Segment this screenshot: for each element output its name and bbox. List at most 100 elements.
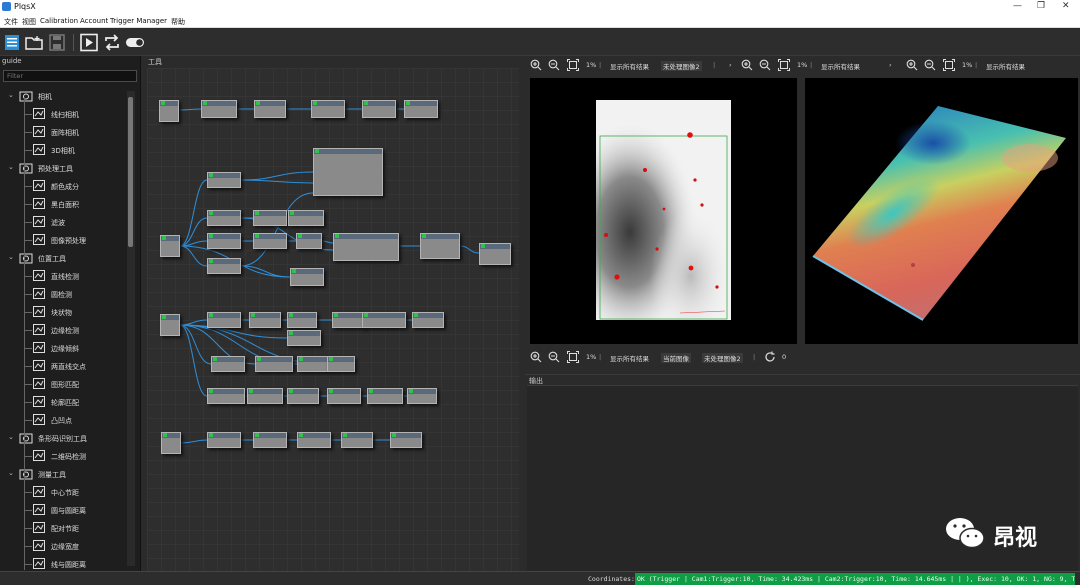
restore-icon[interactable]: ❐ xyxy=(1037,1,1045,11)
tree-group[interactable]: ⌄ 条形码识别工具 xyxy=(0,430,126,446)
fit-view-icon[interactable] xyxy=(778,59,790,71)
zoom-in-icon[interactable] xyxy=(741,59,753,71)
tree-item[interactable]: 两直线交点 xyxy=(0,358,126,374)
show-all-results-toggle[interactable]: 显示所有结果 xyxy=(821,61,860,71)
flow-node[interactable] xyxy=(332,312,366,328)
flow-node[interactable] xyxy=(207,258,241,274)
filter-input[interactable] xyxy=(3,70,137,82)
flow-node[interactable] xyxy=(247,388,283,404)
image-view-2d[interactable] xyxy=(530,78,797,344)
scrollbar-thumb[interactable] xyxy=(128,97,133,247)
open-folder-icon[interactable] xyxy=(24,33,44,52)
zoom-out-icon[interactable] xyxy=(759,59,771,71)
tree-item[interactable]: 轮廓匹配 xyxy=(0,394,126,410)
tree-item[interactable]: 配对节距 xyxy=(0,520,126,536)
chevron-down-icon[interactable]: ⌄ xyxy=(8,253,16,261)
flow-node[interactable] xyxy=(160,235,180,257)
list-icon[interactable] xyxy=(2,33,22,52)
tree-item[interactable]: 直线检测 xyxy=(0,268,126,284)
refresh-icon[interactable] xyxy=(764,351,776,363)
tree-item[interactable]: 图像预处理 xyxy=(0,232,126,248)
toggle-icon[interactable] xyxy=(125,33,145,52)
chevron-right-icon[interactable]: › xyxy=(889,61,892,69)
tree-group[interactable]: ⌄ 位置工具 xyxy=(0,250,126,266)
zoom-out-icon[interactable] xyxy=(548,59,560,71)
flow-node[interactable] xyxy=(253,432,287,448)
tree-scrollbar[interactable] xyxy=(127,91,135,566)
zoom-in-icon[interactable] xyxy=(530,59,542,71)
flow-node[interactable] xyxy=(201,100,237,118)
tree-item[interactable]: 边缘宽度 xyxy=(0,538,126,554)
flow-node[interactable] xyxy=(207,233,241,249)
flow-node[interactable] xyxy=(390,432,422,448)
zoom-out-icon[interactable] xyxy=(924,59,936,71)
image-view-3d[interactable] xyxy=(805,78,1078,344)
tree-item[interactable]: 3D相机 xyxy=(0,142,126,158)
flow-node[interactable] xyxy=(362,100,396,118)
tree-item[interactable]: 圆与圆距离 xyxy=(0,502,126,518)
tree-item[interactable]: 图形匹配 xyxy=(0,376,126,392)
tree-item[interactable]: 凸凹点 xyxy=(0,412,126,428)
image-source-dropdown[interactable]: 未处理图像2 xyxy=(702,353,743,363)
save-icon[interactable] xyxy=(47,33,67,52)
loop-icon[interactable] xyxy=(102,33,122,52)
flow-node[interactable] xyxy=(207,312,241,328)
flow-node[interactable] xyxy=(159,100,179,122)
menu-calibration[interactable]: Calibration xyxy=(40,17,78,25)
tree-group[interactable]: ⌄ 测量工具 xyxy=(0,466,126,482)
flow-node[interactable] xyxy=(207,172,241,188)
flow-node[interactable] xyxy=(249,312,281,328)
flow-node[interactable] xyxy=(341,432,373,448)
flow-node[interactable] xyxy=(290,268,324,286)
flow-node[interactable] xyxy=(404,100,438,118)
show-all-results-toggle[interactable]: 显示所有结果 xyxy=(610,353,649,363)
flow-node[interactable] xyxy=(253,233,287,249)
zoom-out-icon[interactable] xyxy=(548,351,560,363)
close-icon[interactable]: ✕ xyxy=(1062,1,1070,11)
chevron-right-icon[interactable]: › xyxy=(729,61,732,69)
tree-item[interactable]: 圆检测 xyxy=(0,286,126,302)
flow-node[interactable] xyxy=(288,210,324,226)
flow-node[interactable] xyxy=(407,388,437,404)
flow-node[interactable] xyxy=(311,100,345,118)
chevron-down-icon[interactable]: ⌄ xyxy=(8,469,16,477)
flow-node[interactable] xyxy=(420,233,460,259)
flow-node[interactable] xyxy=(207,388,245,404)
flow-node[interactable] xyxy=(207,432,241,448)
fit-view-icon[interactable] xyxy=(567,59,579,71)
tree-item[interactable]: 中心节距 xyxy=(0,484,126,500)
menu-file[interactable]: 文件 xyxy=(4,17,18,27)
tree-item[interactable]: 颜色成分 xyxy=(0,178,126,194)
flow-node[interactable] xyxy=(327,356,355,372)
tree-item[interactable]: 边缘倾斜 xyxy=(0,340,126,356)
zoom-in-icon[interactable] xyxy=(906,59,918,71)
flow-node[interactable] xyxy=(255,356,293,372)
flow-node[interactable] xyxy=(211,356,245,372)
tree-item[interactable]: 面阵相机 xyxy=(0,124,126,140)
flow-node[interactable] xyxy=(287,312,317,328)
image-source-dropdown[interactable]: 未处理图像2 xyxy=(661,61,702,71)
tree-item[interactable]: 线与圆距离 xyxy=(0,556,126,572)
flow-node[interactable] xyxy=(362,312,406,328)
zoom-in-icon[interactable] xyxy=(530,351,542,363)
menu-account[interactable]: Account xyxy=(80,17,108,25)
flow-node[interactable] xyxy=(296,233,322,249)
flow-node[interactable] xyxy=(161,432,181,454)
show-all-results-toggle[interactable]: 显示所有结果 xyxy=(986,61,1025,71)
run-icon[interactable] xyxy=(79,33,99,52)
flow-node[interactable] xyxy=(313,148,383,196)
tree-item[interactable]: 边缘检测 xyxy=(0,322,126,338)
tree-group[interactable]: ⌄ 相机 xyxy=(0,88,126,104)
tree-item[interactable]: 块状物 xyxy=(0,304,126,320)
fit-view-icon[interactable] xyxy=(943,59,955,71)
flow-node[interactable] xyxy=(412,312,444,328)
flow-node[interactable] xyxy=(207,210,241,226)
flow-canvas[interactable] xyxy=(147,68,519,571)
flow-node[interactable] xyxy=(160,314,180,336)
tree-group[interactable]: ⌄ 预处理工具 xyxy=(0,160,126,176)
current-image-dropdown[interactable]: 当前图像 xyxy=(661,353,691,363)
flow-node[interactable] xyxy=(297,356,329,372)
minimize-icon[interactable]: — xyxy=(1013,1,1022,11)
flow-node[interactable] xyxy=(253,210,287,226)
show-all-results-toggle[interactable]: 显示所有结果 xyxy=(610,61,649,71)
